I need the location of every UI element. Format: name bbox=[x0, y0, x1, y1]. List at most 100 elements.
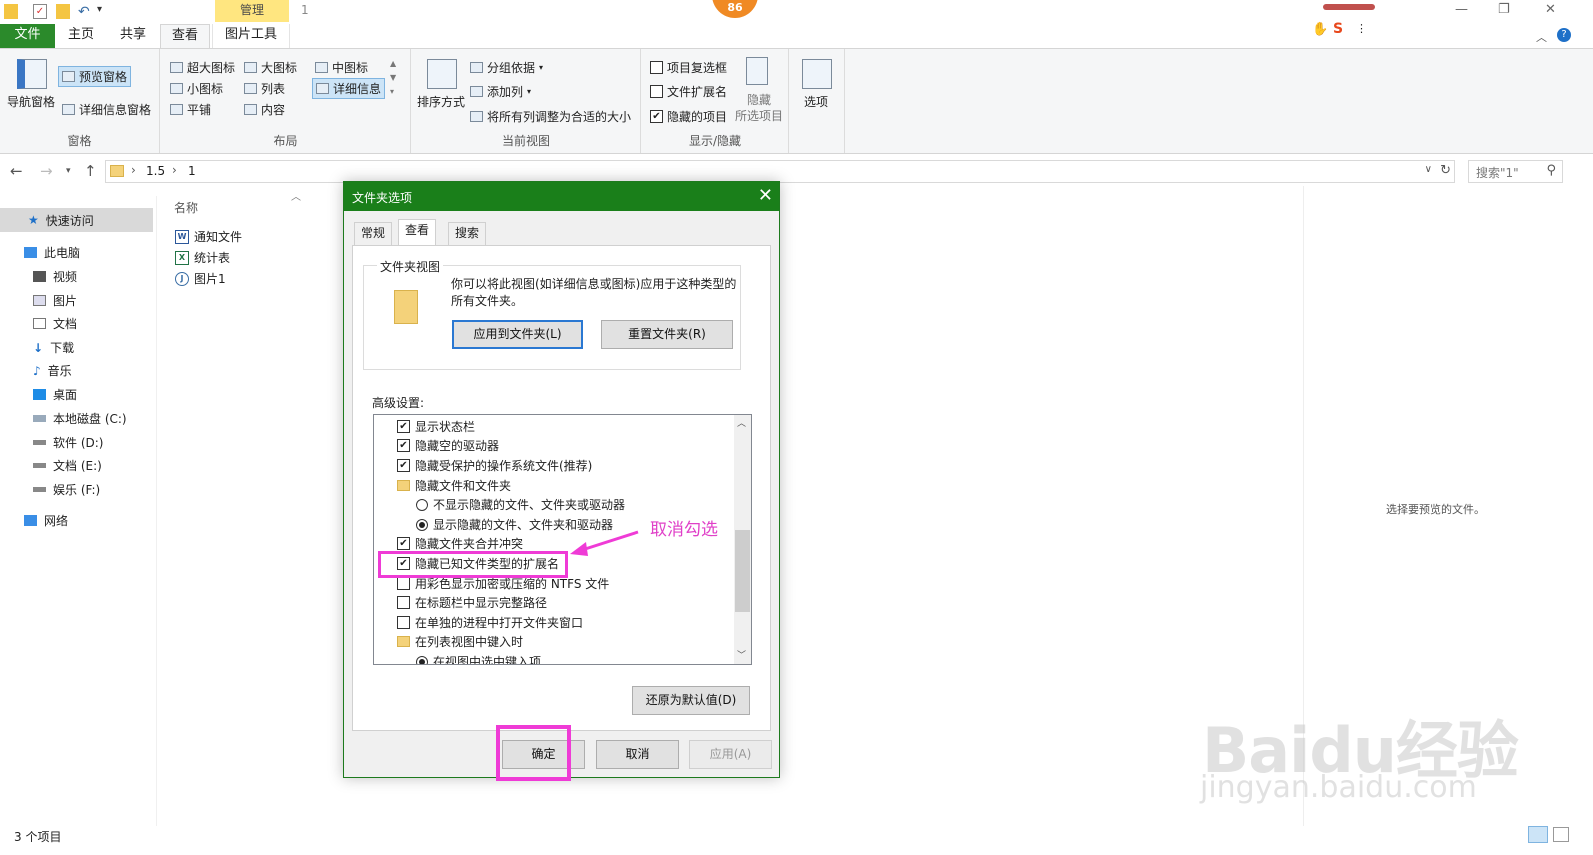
search-icon[interactable]: ⚲ bbox=[1546, 163, 1556, 178]
preview-pane-button[interactable]: 预览窗格 bbox=[58, 66, 132, 87]
item-checkboxes-toggle[interactable]: 项目复选框 bbox=[650, 59, 727, 76]
forward-icon[interactable]: → bbox=[40, 162, 53, 180]
collapse-ribbon-icon[interactable]: ︿ bbox=[1536, 29, 1547, 45]
properties-icon[interactable]: ✓ bbox=[33, 4, 47, 19]
scrollbar-thumb[interactable] bbox=[735, 530, 750, 612]
manage-tab[interactable]: 管理 bbox=[215, 0, 289, 22]
navigation-pane-button[interactable]: 导航窗格 bbox=[7, 93, 55, 110]
hidden-items-checkbox[interactable] bbox=[650, 110, 663, 123]
nav-this-pc[interactable]: 此电脑 bbox=[24, 244, 80, 261]
file-item[interactable]: W 通知文件 bbox=[175, 228, 242, 245]
cancel-button[interactable]: 取消 bbox=[596, 740, 679, 769]
advanced-scrollbar[interactable]: ︿ ﹀ bbox=[734, 415, 751, 664]
option-checkbox[interactable] bbox=[397, 420, 410, 433]
details-view-icon[interactable] bbox=[1528, 826, 1548, 843]
nav-music[interactable]: ♪ 音乐 bbox=[33, 362, 72, 379]
option-radio[interactable] bbox=[416, 655, 428, 664]
tab-file[interactable]: 文件 bbox=[0, 24, 55, 48]
group-by-button[interactable]: 分组依据 ▾ bbox=[470, 59, 543, 76]
help-icon[interactable]: ? bbox=[1557, 28, 1571, 42]
option-hide-merge-conflicts[interactable]: 隐藏文件夹合并冲突 bbox=[397, 535, 523, 552]
hide-selected-icon[interactable] bbox=[746, 57, 768, 85]
close-icon[interactable]: ✕ bbox=[758, 185, 773, 206]
layout-scroll-icon[interactable]: ▲ ▼ ▾ bbox=[390, 57, 396, 99]
option-checkbox[interactable] bbox=[397, 616, 410, 629]
nav-disk-d[interactable]: 软件 (D:) bbox=[33, 434, 103, 451]
content-option[interactable]: 内容 bbox=[244, 101, 285, 118]
tab-share[interactable]: 共享 bbox=[114, 24, 152, 48]
nav-pictures[interactable]: 图片 bbox=[33, 292, 77, 309]
option-radio[interactable] bbox=[416, 498, 428, 511]
nav-desktop[interactable]: 桌面 bbox=[33, 386, 77, 403]
file-item[interactable]: J 图片1 bbox=[175, 270, 226, 287]
sort-by-icon[interactable] bbox=[427, 59, 457, 89]
nav-disk-c[interactable]: 本地磁盘 (C:) bbox=[33, 410, 127, 427]
file-extensions-toggle[interactable]: 文件扩展名 bbox=[650, 83, 727, 100]
tab-general[interactable]: 常规 bbox=[354, 222, 393, 245]
options-icon[interactable] bbox=[802, 59, 832, 89]
option-hide-empty-drives[interactable]: 隐藏空的驱动器 bbox=[397, 437, 499, 454]
fit-columns-button[interactable]: 将所有列调整为合适的大小 bbox=[470, 108, 631, 125]
add-columns-button[interactable]: 添加列 ▾ bbox=[470, 83, 531, 100]
list-option[interactable]: 列表 bbox=[244, 80, 285, 97]
scroll-down-icon[interactable]: ﹀ bbox=[737, 648, 746, 661]
breadcrumb-item[interactable]: 1.5 bbox=[146, 164, 165, 178]
navigation-pane-icon[interactable] bbox=[17, 59, 47, 89]
extra-large-icons-option[interactable]: 超大图标 bbox=[170, 59, 235, 76]
up-icon[interactable]: ↑ bbox=[84, 162, 97, 180]
sort-by-button[interactable]: 排序方式 bbox=[417, 93, 465, 110]
nav-videos[interactable]: 视频 bbox=[33, 268, 77, 285]
item-checkboxes-checkbox[interactable] bbox=[650, 61, 663, 74]
tab-search[interactable]: 搜索 bbox=[448, 222, 487, 245]
option-checkbox[interactable] bbox=[397, 459, 410, 472]
small-icons-option[interactable]: 小图标 bbox=[170, 80, 223, 97]
tiles-option[interactable]: 平铺 bbox=[170, 101, 211, 118]
option-checkbox[interactable] bbox=[397, 439, 410, 452]
undo-icon[interactable]: ↶ bbox=[78, 4, 92, 20]
apply-button[interactable]: 应用(A) bbox=[689, 740, 772, 769]
address-bar[interactable]: › 1.5 › 1 ∨ ↻ bbox=[105, 160, 1455, 183]
minimize-button[interactable]: — bbox=[1455, 2, 1468, 17]
option-checkbox[interactable] bbox=[397, 577, 410, 590]
notification-badge[interactable]: 86 bbox=[712, 0, 758, 18]
column-header-name[interactable]: 名称 bbox=[174, 199, 198, 216]
hidden-items-toggle[interactable]: 隐藏的项目 bbox=[650, 108, 727, 125]
file-extensions-checkbox[interactable] bbox=[650, 85, 663, 98]
folder-icon[interactable] bbox=[4, 4, 18, 19]
breadcrumb-item[interactable]: 1 bbox=[188, 164, 196, 178]
tab-picture-tools[interactable]: 图片工具 bbox=[212, 24, 290, 48]
maximize-button[interactable]: ❐ bbox=[1498, 2, 1510, 17]
options-button[interactable]: 选项 bbox=[804, 93, 828, 110]
nav-quick-access[interactable]: ★ 快速访问 bbox=[0, 208, 153, 232]
tab-view[interactable]: 查看 bbox=[160, 24, 210, 48]
option-show-status-bar[interactable]: 显示状态栏 bbox=[397, 418, 475, 435]
apply-to-folders-button[interactable]: 应用到文件夹(L) bbox=[452, 320, 583, 349]
back-icon[interactable]: ← bbox=[10, 162, 23, 180]
medium-icons-option[interactable]: 中图标 bbox=[315, 59, 368, 76]
refresh-icon[interactable]: ↻ bbox=[1440, 163, 1451, 178]
recent-locations-icon[interactable]: ▾ bbox=[66, 166, 71, 176]
option-dont-show-hidden[interactable]: 不显示隐藏的文件、文件夹或驱动器 bbox=[416, 496, 625, 513]
restore-defaults-button[interactable]: 还原为默认值(D) bbox=[632, 686, 750, 715]
tray-slider-icon[interactable] bbox=[1323, 4, 1375, 10]
search-input[interactable]: 搜索"1" ⚲ bbox=[1468, 160, 1563, 183]
option-checkbox[interactable] bbox=[397, 537, 410, 550]
close-button[interactable]: ✕ bbox=[1545, 2, 1556, 17]
option-separate-process[interactable]: 在单独的进程中打开文件夹窗口 bbox=[397, 614, 583, 631]
file-item[interactable]: X 统计表 bbox=[175, 249, 230, 266]
option-hide-protected-files[interactable]: 隐藏受保护的操作系统文件(推荐) bbox=[397, 457, 592, 474]
address-dropdown-icon[interactable]: ∨ bbox=[1425, 164, 1432, 175]
large-icons-option[interactable]: 大图标 bbox=[244, 59, 297, 76]
nav-documents[interactable]: 文档 bbox=[33, 315, 77, 332]
details-pane-button[interactable]: 详细信息窗格 bbox=[62, 101, 151, 118]
option-full-path-title[interactable]: 在标题栏中显示完整路径 bbox=[397, 594, 547, 611]
large-icons-view-icon[interactable] bbox=[1553, 827, 1569, 842]
nav-downloads[interactable]: ↓ 下载 bbox=[33, 339, 74, 356]
nav-disk-f[interactable]: 娱乐 (F:) bbox=[33, 481, 100, 498]
tab-home[interactable]: 主页 bbox=[62, 24, 100, 48]
qat-dropdown-icon[interactable]: ▾ bbox=[97, 4, 111, 19]
nav-network[interactable]: 网络 bbox=[24, 512, 68, 529]
new-folder-icon[interactable] bbox=[56, 4, 70, 19]
scroll-up-icon[interactable]: ︿ bbox=[737, 416, 746, 429]
option-checkbox[interactable] bbox=[397, 596, 410, 609]
